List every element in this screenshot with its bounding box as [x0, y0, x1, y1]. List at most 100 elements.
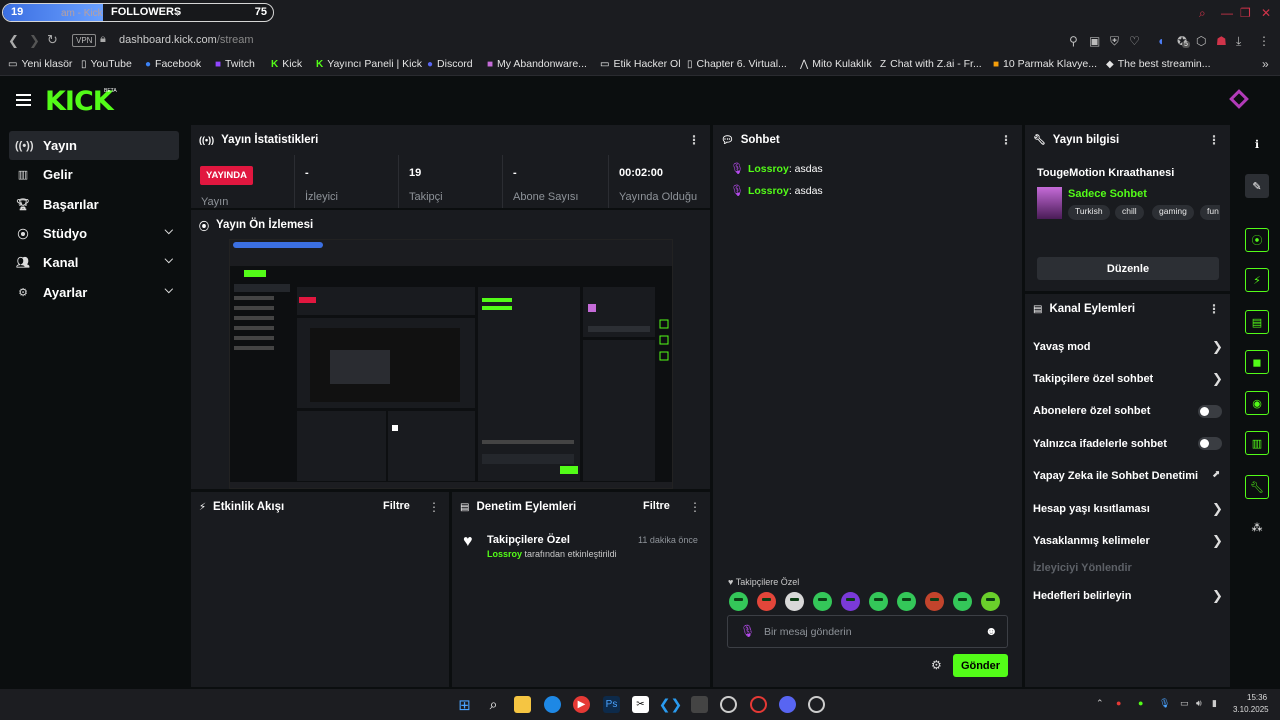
bookmark-item[interactable]: ▯ YouTube — [81, 58, 132, 70]
minimize-icon[interactable]: — — [1221, 6, 1233, 20]
emote-icon[interactable] — [897, 592, 916, 611]
clock-time[interactable]: 15:36 — [1247, 693, 1267, 702]
sidebar-item-gelir[interactable]: ▥ Gelir — [9, 160, 179, 189]
action-banned-words[interactable]: Yasaklanmış kelimeler — [1033, 535, 1150, 547]
maximize-icon[interactable]: ❐ — [1240, 6, 1251, 20]
activity-filter-button[interactable]: Filtre — [383, 500, 410, 512]
action-account-age[interactable]: Hesap yaşı kısıtlaması — [1033, 503, 1150, 515]
tray-app-icon[interactable]: ● — [1138, 698, 1143, 708]
more-options-icon[interactable]: ⋮ — [1208, 133, 1220, 147]
translate-ext-icon[interactable]: ◖ — [1157, 34, 1164, 48]
discord-taskbar-icon[interactable] — [779, 696, 796, 713]
pin-icon[interactable]: ⚲ — [1069, 34, 1078, 48]
bookmark-item[interactable]: ◆ The best streamin... — [1106, 58, 1211, 70]
chat-input[interactable]: Bir mesaj gönderin — [764, 626, 852, 638]
emote-icon[interactable] — [953, 592, 972, 611]
sidebar-item-basarilar[interactable]: 🏆︎ Başarılar — [9, 190, 179, 219]
action-followers-only[interactable]: Takipçilere özel sohbet — [1033, 373, 1153, 385]
bookmark-item[interactable]: K Kick — [271, 58, 302, 70]
bookmark-item[interactable]: ⋀ Mito Kulaklık — [800, 58, 872, 70]
lock-icon[interactable]: 🔒︎ — [100, 33, 106, 46]
emoji-icon[interactable]: ☻ — [985, 624, 998, 638]
emote-icon[interactable] — [729, 592, 748, 611]
more-bookmarks-icon[interactable]: » — [1262, 57, 1269, 71]
kick-logo[interactable]: KICK — [45, 86, 114, 117]
chat-settings-icon[interactable]: ⚙ — [931, 658, 942, 672]
obs-icon[interactable] — [720, 696, 737, 713]
vpn-badge[interactable]: VPN — [72, 34, 97, 47]
vscode-icon[interactable]: ❮❯ — [659, 696, 682, 713]
external-link-icon[interactable]: ⬈ — [1212, 469, 1220, 480]
browser-taskbar-icon[interactable] — [808, 696, 825, 713]
chat-username[interactable]: Lossroy — [748, 163, 789, 175]
emote-icon[interactable] — [785, 592, 804, 611]
heart-ext-icon[interactable]: ♡ — [1129, 34, 1140, 48]
tray-chevron-icon[interactable]: ⌃ — [1096, 698, 1104, 709]
moderation-filter-button[interactable]: Filtre — [643, 500, 670, 512]
edit-pencil-icon[interactable]: ✎ — [1245, 174, 1269, 198]
media-player-icon[interactable]: ▶ — [573, 696, 590, 713]
tray-network-icon[interactable]: ▭ — [1180, 698, 1189, 709]
menu-icon[interactable]: ⋮ — [1258, 34, 1270, 48]
edge-icon[interactable] — [544, 696, 561, 713]
search-tabs-icon[interactable]: ⌕ — [1199, 6, 1206, 21]
download-icon[interactable]: ⤓ — [1236, 34, 1241, 49]
tray-volume-icon[interactable]: 🔊︎ — [1196, 698, 1202, 709]
camera-ext-icon[interactable]: ▣ — [1089, 34, 1100, 48]
tray-app-icon[interactable]: ● — [1116, 698, 1121, 708]
emote-icon[interactable] — [981, 592, 1000, 611]
profile-ext-icon[interactable]: ☗ — [1216, 34, 1227, 48]
document-rail-icon[interactable]: ▤ — [1245, 310, 1269, 334]
clock-date[interactable]: 3.10.2025 — [1233, 705, 1269, 714]
search-icon[interactable]: ⌕ — [485, 696, 502, 713]
tray-mic-icon[interactable]: 🎙︎ — [1159, 698, 1170, 709]
bookmark-item[interactable]: ▯ Chapter 6. Virtual... — [687, 58, 787, 70]
tray-battery-icon[interactable]: ▮ — [1212, 698, 1217, 709]
wrench-rail-icon[interactable]: 🔧︎ — [1245, 475, 1269, 499]
chat-username[interactable]: Lossroy — [748, 185, 789, 197]
category-link[interactable]: Sadece Sohbet — [1068, 188, 1147, 200]
menu-toggle-icon[interactable] — [16, 94, 31, 106]
send-button[interactable]: Gönder — [953, 654, 1008, 677]
photoshop-icon[interactable]: Ps — [603, 696, 620, 713]
file-explorer-icon[interactable] — [514, 696, 531, 713]
bookmark-item[interactable]: ■ Twitch — [215, 58, 255, 70]
stream-preview-video[interactable] — [229, 239, 673, 489]
more-options-icon[interactable]: ⋮ — [428, 500, 440, 514]
emote-icon[interactable] — [869, 592, 888, 611]
bookmark-item[interactable]: ● Facebook — [145, 58, 201, 70]
back-icon[interactable]: ❮ — [8, 33, 19, 49]
more-options-icon[interactable]: ⋮ — [1000, 133, 1012, 147]
app-icon[interactable] — [691, 696, 708, 713]
chat-input-box[interactable]: 🎙︎ Bir mesaj gönderin ☻ — [727, 615, 1008, 648]
windows-start-icon[interactable]: ⊞ — [456, 696, 473, 714]
add-widget-icon[interactable]: ⁂ — [1245, 515, 1269, 539]
sidebar-item-ayarlar[interactable]: ⚙ Ayarlar ⌵ — [9, 278, 179, 307]
sidebar-item-yayin[interactable]: ((•)) Yayın — [9, 131, 179, 160]
emote-icon[interactable] — [841, 592, 860, 611]
action-set-goals[interactable]: Hedefleri belirleyin — [1033, 590, 1131, 602]
more-options-icon[interactable]: ⋮ — [688, 133, 700, 147]
chevron-right-icon[interactable]: ❯ — [1212, 588, 1223, 604]
chevron-right-icon[interactable]: ❯ — [1212, 339, 1223, 355]
emote-icon[interactable] — [813, 592, 832, 611]
bookmark-item[interactable]: ▭ Yeni klasör — [8, 58, 72, 70]
opera-gx-icon[interactable] — [750, 696, 767, 713]
address-bar[interactable]: dashboard.kick.com/stream — [119, 34, 254, 46]
more-options-icon[interactable]: ⋮ — [689, 500, 701, 514]
subscribers-only-toggle[interactable] — [1198, 405, 1222, 418]
emote-icon[interactable] — [925, 592, 944, 611]
emotes-only-toggle[interactable] — [1198, 437, 1222, 450]
action-slow-mode[interactable]: Yavaş mod — [1033, 341, 1090, 353]
chevron-right-icon[interactable]: ❯ — [1212, 501, 1223, 517]
emote-icon[interactable] — [757, 592, 776, 611]
moderation-entry-user[interactable]: Lossroy — [487, 549, 522, 559]
chevron-right-icon[interactable]: ❯ — [1212, 533, 1223, 549]
edit-stream-button[interactable]: Düzenle — [1037, 257, 1219, 280]
more-options-icon[interactable]: ⋮ — [1208, 302, 1220, 316]
chat-rail-icon[interactable]: ◼ — [1245, 350, 1269, 374]
capcut-icon[interactable]: ✂ — [632, 696, 649, 713]
bookmark-item[interactable]: ▭ Etik Hacker Ol — [600, 58, 681, 70]
puzzle-icon[interactable]: ⬡ — [1196, 34, 1206, 48]
bookmark-item[interactable]: ● Discord — [427, 58, 473, 70]
